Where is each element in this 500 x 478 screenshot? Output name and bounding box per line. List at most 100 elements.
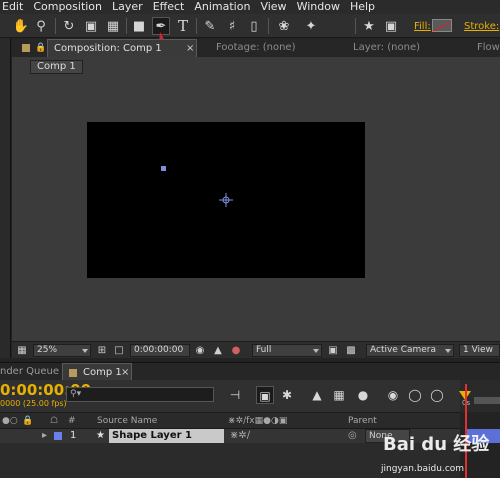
live-update-icon[interactable]: ▣: [256, 386, 274, 404]
menu-help[interactable]: Help: [345, 0, 380, 14]
resolution-value: Full: [256, 345, 272, 355]
comp-mini-flowchart-icon[interactable]: ⊣: [226, 386, 244, 404]
snapshot-icon[interactable]: ◉: [194, 344, 206, 357]
tab-comp-1[interactable]: Comp 1 ×: [62, 363, 132, 381]
column-parent: Parent: [348, 416, 377, 426]
viewer-timecode: 0:00:00:00: [134, 345, 184, 355]
menu-layer[interactable]: Layer: [107, 0, 148, 14]
toolbar-divider: [268, 18, 269, 34]
stroke-label[interactable]: Stroke:: [464, 21, 499, 32]
path-vertex-icon[interactable]: [161, 166, 166, 171]
clone-stamp-icon[interactable]: ♯: [223, 17, 241, 35]
roto-brush-icon[interactable]: ❀: [275, 17, 293, 35]
shape-layer-star-icon: ★: [96, 430, 105, 441]
grid-icon[interactable]: ⊞: [96, 344, 108, 357]
comp-subtab[interactable]: Comp 1: [30, 60, 83, 74]
tab-render-queue[interactable]: nder Queue: [0, 363, 59, 381]
column-number: #: [68, 416, 76, 426]
layer-number: 1: [70, 430, 77, 441]
star-icon[interactable]: ★: [360, 17, 378, 35]
brainstorm-icon[interactable]: ◉: [384, 386, 402, 404]
expand-triangle-icon[interactable]: ▸: [42, 429, 47, 443]
show-snapshot-icon[interactable]: ▲: [212, 344, 224, 357]
watermark-url: jingyan.baidu.com: [381, 464, 465, 474]
column-source-name: Source Name: [97, 416, 158, 426]
baidu-watermark: Bai du 经验 jingyan.baidu.com: [377, 424, 500, 478]
fast-previews-icon[interactable]: ▣: [327, 344, 339, 357]
menu-effect[interactable]: Effect: [148, 0, 190, 14]
current-time-field[interactable]: 0:00:00:00: [130, 344, 190, 357]
viewer-controls-bar: ▦ 25% ⊞ □ 0:00:00:00 ◉ ▲ ● Full ▣ ▩ Acti…: [12, 341, 500, 358]
anchor-point-icon[interactable]: [219, 193, 233, 207]
rotate-icon[interactable]: ↻: [60, 17, 78, 35]
menu-window[interactable]: Window: [292, 0, 345, 14]
panel-grip-icon: [69, 369, 77, 377]
tools-toolbar: ✋ ⚲ ↻ ▣ ▦ ■ ✒ T ✎ ♯ ▯ ❀ ✦ ★ ▣ Fill: Stro…: [0, 14, 500, 38]
menu-composition[interactable]: Composition: [28, 0, 107, 14]
frame-rate-display: 0000 (25.00 fps): [0, 399, 67, 408]
tab-composition[interactable]: Composition: Comp 1 ×: [47, 39, 197, 57]
lock-icon[interactable]: 🔒: [35, 43, 46, 53]
menu-edit[interactable]: Edit: [0, 0, 28, 14]
toolbar-divider: [355, 18, 356, 34]
watermark-brand: Bai du 经验: [383, 434, 490, 455]
camera-value: Active Camera: [370, 345, 437, 355]
draft-3d-icon[interactable]: ✱: [278, 386, 296, 404]
fill-swatch[interactable]: [432, 19, 452, 32]
layer-search-input[interactable]: ⚲▾: [66, 387, 214, 402]
graph-editor-icon[interactable]: ◯: [406, 386, 424, 404]
layer-name[interactable]: Shape Layer 1: [109, 429, 224, 443]
tab-composition-label: Composition: Comp 1: [54, 43, 162, 54]
av-features-icon: ●○: [2, 416, 18, 426]
frame-blending-icon[interactable]: ▦: [330, 386, 348, 404]
fill-label[interactable]: Fill:: [414, 21, 431, 32]
mask-feather-icon[interactable]: ▣: [382, 17, 400, 35]
timeline-controls: 0:00:00:00 0000 (25.00 fps) ⚲▾ ⊣ ▣ ✱ ▲ ▦…: [0, 380, 500, 412]
tab-flowchart[interactable]: Flowc: [477, 39, 500, 57]
resolution-dropdown[interactable]: Full: [252, 344, 322, 357]
puppet-pin-icon[interactable]: ✦: [302, 17, 320, 35]
chevron-down-icon: [313, 349, 319, 353]
zoom-dropdown[interactable]: 25%: [33, 344, 91, 357]
panel-grip-icon[interactable]: [22, 44, 30, 52]
type-icon[interactable]: T: [174, 17, 192, 35]
close-icon[interactable]: ×: [186, 40, 194, 58]
switches-icon: ⋇✲∕fx▦●◑▣: [228, 416, 288, 426]
shy-layers-icon[interactable]: ▲: [308, 386, 326, 404]
tab-comp-1-label: Comp 1: [83, 367, 122, 378]
rectangle-icon[interactable]: ■: [130, 17, 148, 35]
search-icon: ⚲▾: [70, 389, 82, 399]
zoom-icon[interactable]: ⚲: [32, 17, 50, 35]
eraser-icon[interactable]: ▯: [245, 17, 263, 35]
keyframe-icon[interactable]: ◯: [428, 386, 446, 404]
pick-whip-icon[interactable]: ◎: [348, 429, 357, 443]
camera-icon[interactable]: ▣: [82, 17, 100, 35]
layer-switches-icon[interactable]: ⋇✲∕: [230, 429, 250, 443]
transparency-grid-icon[interactable]: ▩: [345, 344, 357, 357]
channels-icon[interactable]: ●: [230, 344, 242, 357]
camera-dropdown[interactable]: Active Camera: [366, 344, 454, 357]
toolbar-divider: [196, 18, 197, 34]
tab-footage[interactable]: Footage: (none): [216, 39, 295, 57]
always-preview-icon[interactable]: ▦: [16, 344, 28, 357]
tab-layer[interactable]: Layer: (none): [353, 39, 420, 57]
views-dropdown[interactable]: 1 View: [459, 344, 500, 357]
lock-icon: 🔒: [22, 416, 34, 426]
layer-label-swatch[interactable]: [54, 432, 62, 440]
menu-bar: Edit Composition Layer Effect Animation …: [0, 0, 500, 14]
timeline-tab-bar: nder Queue Comp 1 ×: [0, 362, 500, 381]
motion-blur-icon[interactable]: ●: [354, 386, 372, 404]
panel-tab-bar: 🔒 Composition: Comp 1 × Footage: (none) …: [12, 39, 500, 57]
chevron-down-icon: [82, 349, 88, 353]
menu-view[interactable]: View: [255, 0, 291, 14]
left-panel-strip: [0, 38, 11, 358]
zoom-value: 25%: [37, 345, 58, 355]
work-area-bar[interactable]: [474, 397, 500, 404]
toolbar-divider: [126, 18, 127, 34]
menu-animation[interactable]: Animation: [189, 0, 255, 14]
region-of-interest-icon[interactable]: □: [113, 344, 125, 357]
pan-behind-icon[interactable]: ▦: [104, 17, 122, 35]
views-value: 1 View: [463, 345, 493, 355]
hand-icon[interactable]: ✋: [12, 17, 30, 35]
brush-icon[interactable]: ✎: [201, 17, 219, 35]
